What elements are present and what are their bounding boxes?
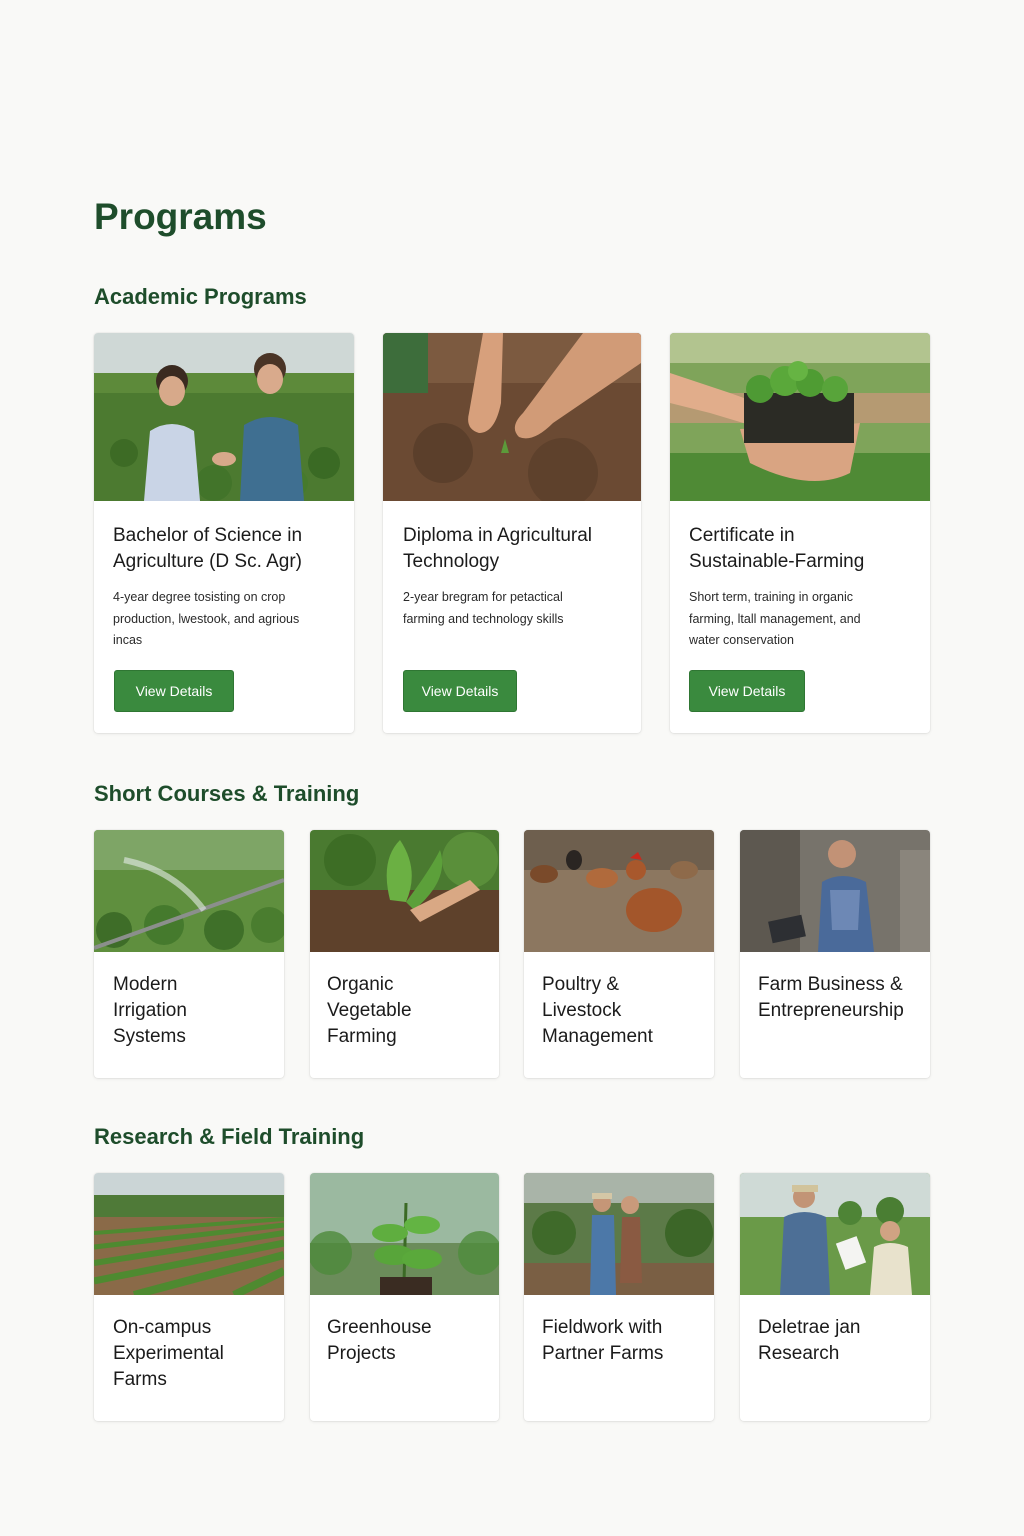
title-line: Deletrae jan (758, 1317, 861, 1338)
title-line: Poultry & (542, 974, 620, 995)
title-line: Entrepreneurship (758, 1000, 904, 1021)
view-details-button[interactable]: View Details (403, 670, 517, 712)
farmer-with-tablet-photo (740, 830, 930, 952)
title-line: Certificate in (689, 525, 795, 546)
view-details-button[interactable]: View Details (114, 670, 234, 712)
researchers-with-clipboard-photo (740, 1173, 930, 1295)
view-details-button[interactable]: View Details (689, 670, 805, 712)
research-field-heading: Research & Field Training (94, 1124, 365, 1149)
program-card-title: Diploma in Agricultural Technology (403, 523, 633, 575)
title-line: Fieldwork with (542, 1317, 663, 1338)
field-workers-photo (524, 1173, 714, 1295)
program-card-description: Short term, training in organic farming,… (689, 587, 914, 652)
planting-seedling-photo (310, 830, 499, 952)
research-card-title: On-campus Experimental Farms (113, 1315, 273, 1393)
seedling-tray-photo (670, 333, 930, 501)
desc-line: farming, ltall management, and (689, 611, 861, 626)
title-line: Modern (113, 974, 178, 995)
title-line: Systems (113, 1026, 186, 1047)
title-line: Farming (327, 1026, 397, 1047)
short-courses-heading: Short Courses & Training (94, 781, 360, 806)
course-card-organic-vegetable[interactable]: Organic Vegetable Farming (310, 830, 499, 1078)
title-line: Livestock (542, 1000, 622, 1021)
desc-line: 2-year bregram for petactical (403, 590, 563, 604)
program-card-bsc-agriculture[interactable]: Bachelor of Science in Agriculture (D Sc… (94, 333, 354, 733)
hands-in-soil-photo (383, 333, 641, 501)
course-card-title: Poultry & Livestock Management (542, 972, 707, 1050)
program-card-description: 4-year degree tosisting on crop producti… (113, 587, 338, 652)
title-line: Organic (327, 974, 394, 995)
program-card-description: 2-year bregram for petactical farming an… (403, 587, 628, 630)
greenhouse-plant-photo (310, 1173, 499, 1295)
desc-line: 4-year degree tosisting on crop (113, 590, 286, 604)
title-line: Agriculture (D Sc. Agr) (113, 551, 302, 572)
chickens-photo (524, 830, 714, 952)
title-line: On-campus (113, 1317, 212, 1338)
research-card-title: Deletrae jan Research (758, 1315, 923, 1367)
desc-line: farming and technology skills (403, 611, 564, 626)
research-card-greenhouse[interactable]: Greenhouse Projects (310, 1173, 499, 1421)
course-card-title: Modern Irrigation Systems (113, 972, 273, 1050)
title-line: Sustainable-Farming (689, 551, 865, 572)
title-line: Irrigation (113, 1000, 187, 1021)
title-line: Farm Business & (758, 974, 903, 995)
title-line: Farms (113, 1369, 167, 1390)
title-line: Experimental (113, 1343, 224, 1364)
course-card-farm-business[interactable]: Farm Business & Entrepreneurship (740, 830, 930, 1078)
research-card-experimental-farms[interactable]: On-campus Experimental Farms (94, 1173, 284, 1421)
title-line: Technology (403, 551, 500, 572)
desc-line: Short term, training in organic (689, 590, 853, 604)
course-card-poultry-livestock[interactable]: Poultry & Livestock Management (524, 830, 714, 1078)
title-line: Management (542, 1026, 653, 1047)
academic-programs-heading: Academic Programs (94, 284, 307, 309)
research-card-title: Greenhouse Projects (327, 1315, 492, 1367)
crop-rows-photo (94, 1173, 284, 1295)
program-card-title: Bachelor of Science in Agriculture (D Sc… (113, 523, 343, 575)
research-card-title: Fieldwork with Partner Farms (542, 1315, 707, 1367)
students-in-field-photo (94, 333, 354, 501)
course-card-irrigation[interactable]: Modern Irrigation Systems (94, 830, 284, 1078)
title-line: Partner Farms (542, 1343, 664, 1364)
page-title: Programs (94, 196, 267, 237)
title-line: Diploma in Agricultural (403, 525, 593, 546)
title-line: Vegetable (327, 1000, 412, 1021)
research-card-research[interactable]: Deletrae jan Research (740, 1173, 930, 1421)
desc-line: incas (113, 633, 143, 647)
title-line: Bachelor of Science in (113, 525, 303, 546)
title-line: Greenhouse (327, 1317, 432, 1338)
program-card-sustainable-farming[interactable]: Certificate in Sustainable-Farming Short… (670, 333, 930, 733)
research-card-partner-farms[interactable]: Fieldwork with Partner Farms (524, 1173, 714, 1421)
program-card-diploma-agri-tech[interactable]: Diploma in Agricultural Technology 2-yea… (383, 333, 641, 733)
course-card-title: Farm Business & Entrepreneurship (758, 972, 930, 1024)
course-card-title: Organic Vegetable Farming (327, 972, 487, 1050)
irrigation-sprinkler-photo (94, 830, 284, 952)
title-line: Projects (327, 1343, 396, 1364)
program-card-title: Certificate in Sustainable-Farming (689, 523, 919, 575)
title-line: Research (758, 1343, 840, 1364)
desc-line: production, lwestook, and agrious (113, 611, 300, 626)
desc-line: water conservation (689, 633, 794, 647)
